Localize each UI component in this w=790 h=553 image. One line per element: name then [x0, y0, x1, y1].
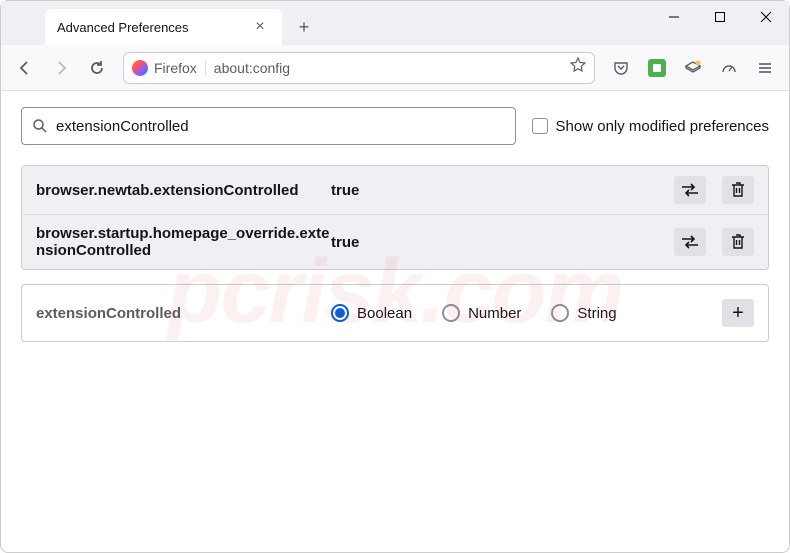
modified-only-checkbox[interactable]: Show only modified preferences	[532, 118, 769, 135]
extension-icon[interactable]	[641, 52, 673, 84]
toolbar: Firefox about:config	[1, 45, 789, 91]
identity-box[interactable]: Firefox	[132, 60, 206, 76]
maximize-button[interactable]	[697, 1, 743, 33]
delete-button[interactable]	[722, 176, 754, 204]
back-button[interactable]	[9, 52, 41, 84]
content-area: Show only modified preferences browser.n…	[1, 91, 789, 358]
pref-row: browser.startup.homepage_override.extens…	[22, 215, 768, 269]
close-button[interactable]	[743, 1, 789, 33]
url-text: about:config	[214, 60, 290, 76]
pref-value: true	[331, 182, 674, 199]
radio-number[interactable]: Number	[442, 304, 521, 322]
new-pref-row: extensionControlled Boolean Number Strin…	[21, 284, 769, 342]
minimize-button[interactable]	[651, 1, 697, 33]
pref-row: browser.newtab.extensionControlled true	[22, 166, 768, 215]
pref-name: browser.startup.homepage_override.extens…	[36, 225, 331, 259]
preferences-table: browser.newtab.extensionControlled true …	[21, 165, 769, 270]
pref-value: true	[331, 234, 674, 251]
radio-boolean[interactable]: Boolean	[331, 304, 412, 322]
account-icon[interactable]	[677, 52, 709, 84]
search-input[interactable]	[56, 118, 505, 135]
checkbox-icon	[532, 118, 548, 134]
radio-icon	[442, 304, 460, 322]
identity-label: Firefox	[154, 60, 197, 76]
toggle-button[interactable]	[674, 176, 706, 204]
radio-icon	[551, 304, 569, 322]
radio-string[interactable]: String	[551, 304, 616, 322]
menu-icon[interactable]	[749, 52, 781, 84]
radio-label: String	[577, 305, 616, 322]
new-pref-name: extensionControlled	[36, 305, 331, 322]
search-icon	[32, 118, 48, 134]
pocket-icon[interactable]	[605, 52, 637, 84]
firefox-icon	[132, 60, 148, 76]
forward-button[interactable]	[45, 52, 77, 84]
new-tab-button[interactable]: +	[290, 13, 318, 41]
toggle-button[interactable]	[674, 228, 706, 256]
radio-label: Number	[468, 305, 521, 322]
search-row: Show only modified preferences	[21, 107, 769, 145]
radio-icon	[331, 304, 349, 322]
checkbox-label: Show only modified preferences	[556, 118, 769, 135]
browser-tab[interactable]: Advanced Preferences ×	[45, 9, 282, 45]
add-button[interactable]: +	[722, 299, 754, 327]
titlebar: Advanced Preferences × +	[1, 1, 789, 45]
window-controls	[651, 1, 789, 33]
url-bar[interactable]: Firefox about:config	[123, 52, 595, 84]
pref-name: browser.newtab.extensionControlled	[36, 182, 331, 199]
reload-button[interactable]	[81, 52, 113, 84]
tab-title: Advanced Preferences	[57, 20, 250, 35]
dashboard-icon[interactable]	[713, 52, 745, 84]
bookmark-star-icon[interactable]	[570, 57, 586, 78]
tab-close-icon[interactable]: ×	[250, 17, 270, 37]
type-radio-group: Boolean Number String	[331, 304, 722, 322]
delete-button[interactable]	[722, 228, 754, 256]
radio-label: Boolean	[357, 305, 412, 322]
search-box[interactable]	[21, 107, 516, 145]
